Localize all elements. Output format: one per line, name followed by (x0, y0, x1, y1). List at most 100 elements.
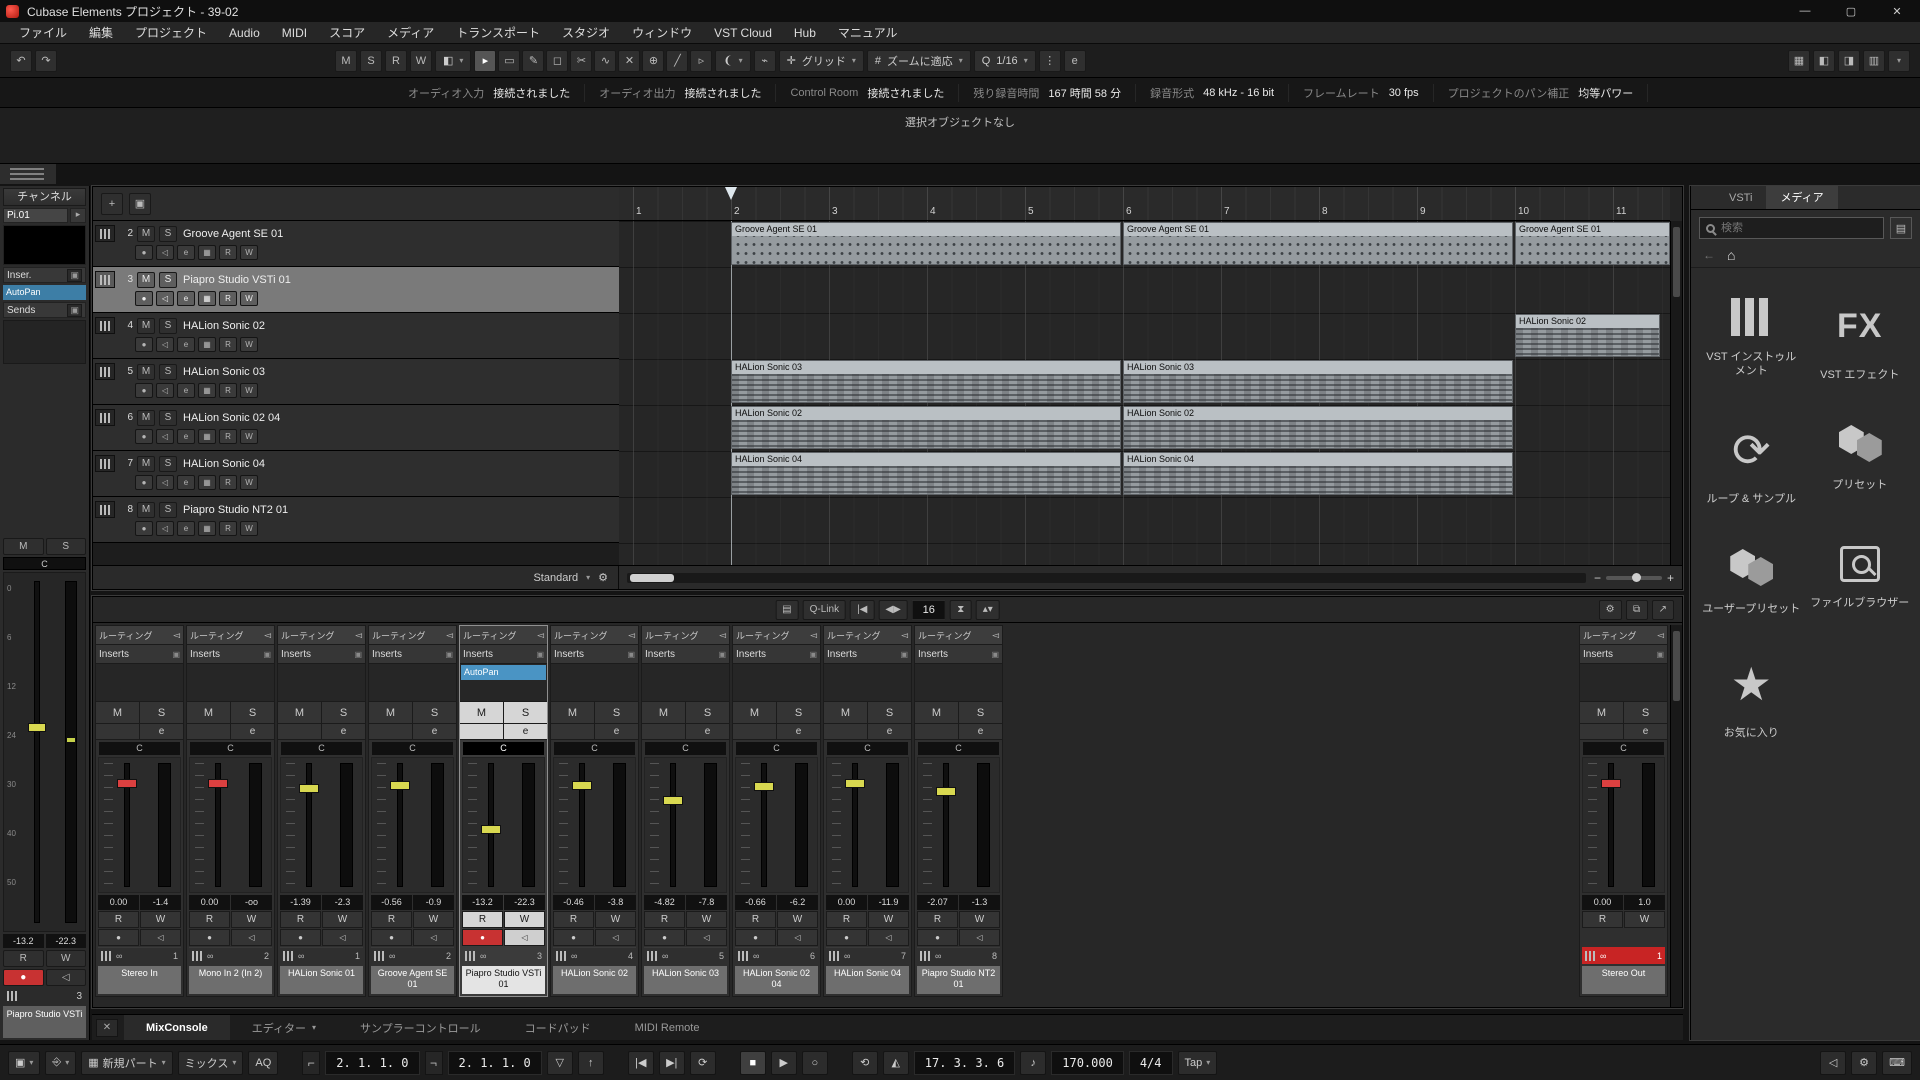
lower-zone-tab-4[interactable]: MIDI Remote (613, 1015, 722, 1040)
lower-zone-tab-1[interactable]: エディター▾ (230, 1015, 338, 1040)
track-scale-label[interactable]: Standard (533, 572, 578, 584)
gear-icon[interactable]: ⚙ (1599, 600, 1622, 620)
routing-header[interactable]: ルーティング◅ (278, 626, 365, 645)
read-button[interactable]: R (371, 911, 412, 928)
peak-value[interactable]: -1.3 (959, 895, 1000, 910)
edit-channel-icon[interactable]: ▸ (70, 208, 86, 223)
menu-item-6[interactable]: メディア (376, 22, 445, 44)
inserts-header[interactable]: Inserts▣ (278, 645, 365, 664)
tap-tempo-button[interactable]: Tap ▾ (1178, 1051, 1218, 1075)
fader-cap[interactable] (299, 784, 319, 793)
mute-button[interactable]: M (642, 702, 686, 723)
zoom-slider[interactable] (1606, 576, 1662, 580)
volume-value[interactable]: 0.00 (98, 895, 139, 910)
list-view-icon[interactable]: ▤ (1890, 217, 1912, 239)
read-button[interactable]: R (219, 429, 237, 444)
mixer-channel-strip[interactable]: ルーティング◅Inserts▣MSeC0.001.0RW∞1Stereo Out (1579, 625, 1668, 997)
menu-item-0[interactable]: ファイル (8, 22, 78, 44)
insert-slot-autopan[interactable]: AutoPan (3, 285, 86, 300)
close-lower-zone-icon[interactable]: ✕ (96, 1019, 118, 1037)
locate-icon[interactable]: ↑ (578, 1051, 604, 1075)
write-button[interactable]: W (46, 950, 87, 967)
erase-tool[interactable]: ◻ (546, 50, 568, 72)
lower-zone-tab-3[interactable]: コードパッド (503, 1015, 613, 1040)
channel-name[interactable]: Piapro Studio VSTi (3, 1006, 86, 1038)
mute-button[interactable]: M (824, 702, 868, 723)
routing-header[interactable]: ルーティング◅ (1580, 626, 1667, 645)
monitor-button[interactable]: ◁ (868, 929, 909, 946)
sends-section[interactable]: Sends▣ (3, 302, 86, 318)
read-button[interactable]: R (219, 383, 237, 398)
record-enable-button[interactable]: ● (735, 929, 776, 946)
pan-control[interactable]: C (463, 742, 544, 755)
ruler[interactable]: 1234567891011 (619, 187, 1670, 221)
channel-list-icon[interactable]: ▤ (775, 600, 798, 620)
track-row[interactable]: 4MSHALion Sonic 02●◁e▦RW (93, 313, 619, 359)
inserts-header[interactable]: Inserts▣ (460, 645, 547, 664)
record-enable-button[interactable]: ● (462, 929, 503, 946)
edit-channel-button[interactable]: e (177, 337, 195, 352)
read-button[interactable]: R (219, 337, 237, 352)
menu-item-1[interactable]: 編集 (78, 22, 124, 44)
play-button[interactable]: ▶ (771, 1051, 797, 1075)
fader-cap[interactable] (936, 787, 956, 796)
read-button[interactable]: R (219, 291, 237, 306)
fader-area[interactable] (735, 757, 818, 893)
volume-value[interactable]: -0.56 (371, 895, 412, 910)
mute-tool[interactable]: ✕ (618, 50, 640, 72)
close-button[interactable]: ✕ (1874, 0, 1920, 22)
right-locator-icon[interactable]: ¬ (425, 1051, 443, 1075)
inserts-header[interactable]: Inserts▣ (1580, 645, 1667, 664)
insert-slot[interactable]: AutoPan (461, 665, 546, 680)
read-button[interactable]: R (735, 911, 776, 928)
pan-control[interactable]: C (827, 742, 908, 755)
routing-header[interactable]: ルーティング◅ (369, 626, 456, 645)
track-mute-button[interactable]: M (137, 502, 155, 518)
write-button[interactable]: W (959, 911, 1000, 928)
peak-value[interactable]: -11.9 (868, 895, 909, 910)
volume-value[interactable]: 0.00 (1582, 895, 1623, 910)
write-button[interactable]: W (686, 911, 727, 928)
mute-button[interactable]: M (733, 702, 777, 723)
channel-name[interactable]: HALion Sonic 03 (644, 966, 727, 994)
go-first-icon[interactable]: |◀ (850, 600, 874, 620)
fader-area[interactable] (189, 757, 272, 893)
midi-clip[interactable]: HALion Sonic 04 (1123, 452, 1513, 495)
edit-channel-button[interactable]: e (868, 724, 911, 739)
mute-button[interactable]: M (915, 702, 959, 723)
read-button[interactable]: R (1582, 911, 1623, 928)
media-tile[interactable]: VST インストゥルメント (1697, 298, 1806, 382)
monitor-button[interactable]: ◁ (777, 929, 818, 946)
monitor-button[interactable]: ◁ (156, 429, 174, 444)
volume-value[interactable]: -13.2 (462, 895, 503, 910)
track-preset-button[interactable]: ▣ (129, 193, 151, 215)
redo-button[interactable]: ↷ (35, 50, 57, 72)
mixer-channel-strip[interactable]: ルーティング◅Inserts▣MSeC-1.39-2.3RW●◁∞1HALion… (277, 625, 366, 997)
edit-channel-button[interactable]: e (504, 724, 547, 739)
monitor-button[interactable]: ◁ (322, 929, 363, 946)
monitor-button[interactable]: ◁ (156, 245, 174, 260)
search-box[interactable] (1699, 217, 1884, 239)
instrument-edit-button[interactable]: ▦ (198, 383, 216, 398)
inserts-header[interactable]: Inserts▣ (187, 645, 274, 664)
midi-activity-indicator[interactable]: ⎆ ▾ (45, 1051, 76, 1075)
track-mute-button[interactable]: M (137, 456, 155, 472)
solo-button[interactable]: S (595, 702, 638, 723)
volume-value[interactable]: -2.07 (917, 895, 958, 910)
mute-button[interactable]: M (460, 702, 504, 723)
fader-area[interactable] (644, 757, 727, 893)
record-enable-button[interactable]: ● (135, 475, 153, 490)
solo-button[interactable]: S (777, 702, 820, 723)
edit-channel-button[interactable]: e (231, 724, 274, 739)
inserts-header[interactable]: Inserts▣ (96, 645, 183, 664)
write-button[interactable]: W (595, 911, 636, 928)
channel-name[interactable]: HALion Sonic 02 04 (735, 966, 818, 994)
channel-name[interactable]: HALion Sonic 01 (280, 966, 363, 994)
track-row[interactable]: 2MSGroove Agent SE 01●◁e▦RW (93, 221, 619, 267)
volume-value[interactable]: -0.46 (553, 895, 594, 910)
inserts-header[interactable]: Inserts▣ (369, 645, 456, 664)
channel-tab[interactable]: Pi.01 (3, 208, 68, 223)
read-button[interactable]: R (219, 245, 237, 260)
media-tile[interactable]: ファイルブラウザー (1806, 546, 1915, 616)
fader-track[interactable] (943, 763, 949, 887)
